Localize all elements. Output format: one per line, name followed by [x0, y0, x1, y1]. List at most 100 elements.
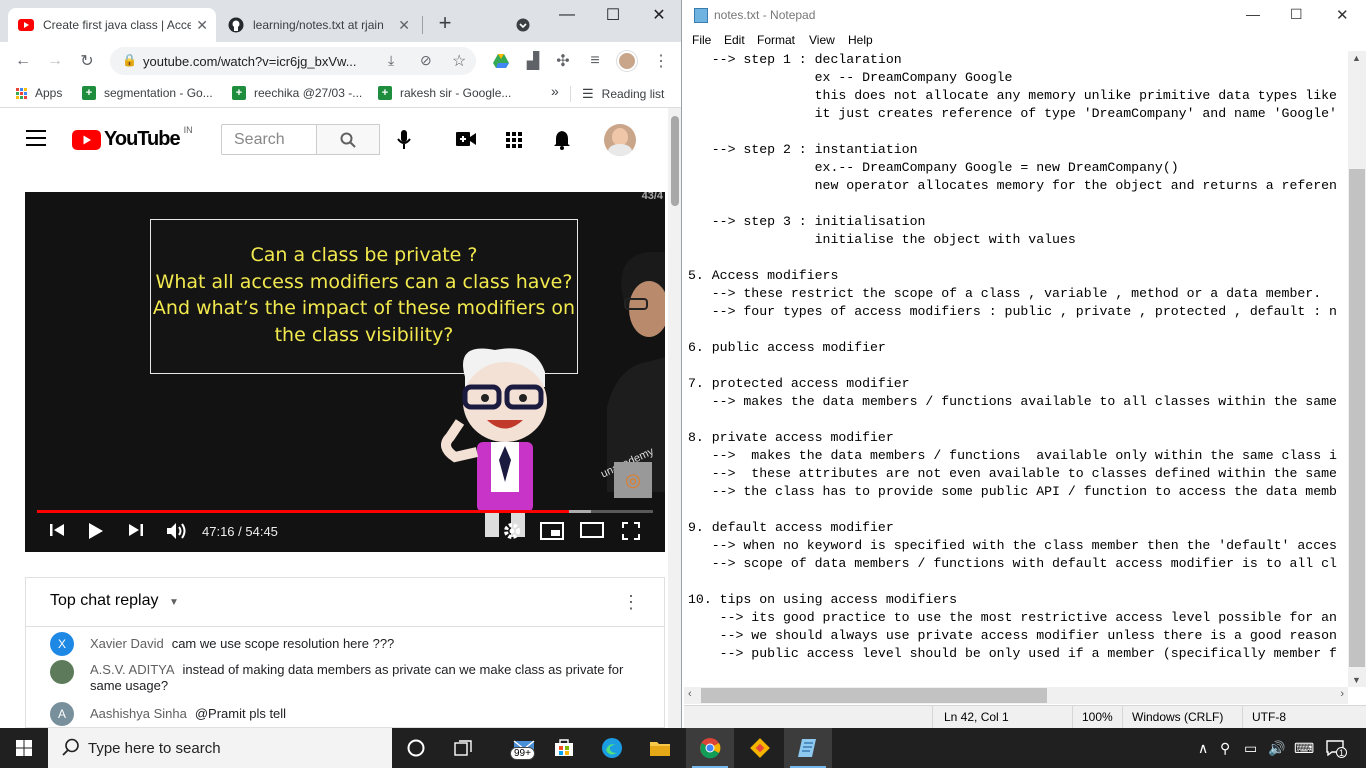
- hamburger-menu-icon[interactable]: [26, 130, 46, 146]
- youtube-header: YouTube IN Search: [0, 108, 668, 172]
- chat-menu-icon[interactable]: ⋮: [622, 592, 640, 613]
- minimize-icon[interactable]: —: [1246, 6, 1260, 22]
- chat-author[interactable]: A.S.V. ADITYA: [90, 662, 175, 677]
- bookmarks-overflow-icon[interactable]: »: [551, 83, 559, 99]
- maximize-icon[interactable]: ☐: [598, 4, 628, 26]
- account-avatar[interactable]: [604, 124, 636, 156]
- menu-format[interactable]: Format: [757, 33, 795, 47]
- scrollbar-thumb[interactable]: [671, 116, 679, 206]
- text-editor[interactable]: --> step 1 : declaration ex -- DreamComp…: [688, 51, 1344, 687]
- tab-search-icon[interactable]: [508, 14, 538, 36]
- chat-title-dropdown[interactable]: Top chat replay ▼: [50, 592, 179, 610]
- fullscreen-icon[interactable]: [622, 522, 640, 540]
- chat-author[interactable]: Aashishya Sinha: [90, 706, 187, 721]
- meet-now-icon[interactable]: ⚲: [1220, 740, 1230, 757]
- youtube-logo-icon: [72, 129, 101, 150]
- menu-file[interactable]: File: [692, 33, 711, 47]
- search-input[interactable]: Search: [221, 124, 317, 155]
- dropdown-caret-icon: ▼: [168, 597, 179, 608]
- microphone-icon[interactable]: [396, 130, 412, 153]
- notepad-menubar: File Edit Format View Help: [684, 32, 1366, 50]
- volume-icon[interactable]: [166, 522, 188, 540]
- extensions-icon[interactable]: ✣: [552, 50, 574, 72]
- vertical-scrollbar[interactable]: ▲ ▼: [1348, 51, 1366, 687]
- tracking-blocked-icon[interactable]: ⊘: [420, 52, 432, 69]
- git-icon[interactable]: [736, 728, 784, 768]
- store-icon[interactable]: [540, 728, 588, 768]
- scroll-up-icon[interactable]: ▲: [1352, 53, 1361, 63]
- chrome-taskbar-icon[interactable]: [686, 728, 734, 768]
- bookmark-rakesh[interactable]: + rakesh sir - Google...: [378, 86, 511, 100]
- task-view-icon[interactable]: [440, 728, 488, 768]
- chat-author[interactable]: Xavier David: [90, 636, 164, 651]
- network-icon[interactable]: ▭: [1244, 740, 1257, 757]
- language-icon[interactable]: ⌨: [1294, 740, 1314, 757]
- reading-list[interactable]: ☰ Reading list: [582, 86, 664, 102]
- scroll-down-icon[interactable]: ▼: [1352, 675, 1361, 685]
- menu-help[interactable]: Help: [848, 33, 873, 47]
- maximize-icon[interactable]: ☐: [1290, 6, 1303, 23]
- tab-github[interactable]: learning/notes.txt at rjain ✕: [218, 8, 418, 42]
- cortana-icon[interactable]: [392, 728, 440, 768]
- bookmark-label: rakesh sir - Google...: [400, 86, 512, 100]
- bookmark-segmentation[interactable]: + segmentation - Go...: [82, 86, 213, 100]
- menu-view[interactable]: View: [809, 33, 835, 47]
- player-controls: 47:16 / 54:45: [25, 502, 665, 552]
- minimize-icon[interactable]: —: [552, 4, 582, 26]
- theater-mode-icon[interactable]: [580, 522, 604, 538]
- chat-text: cam we use scope resolution here ???: [171, 636, 395, 651]
- close-tab-icon[interactable]: ✕: [196, 17, 208, 34]
- notifications-bell-icon[interactable]: [553, 130, 571, 153]
- create-video-icon[interactable]: [456, 132, 476, 149]
- close-window-icon[interactable]: ✕: [644, 4, 674, 26]
- profile-avatar[interactable]: [616, 50, 638, 72]
- taskbar-search[interactable]: Type here to search: [48, 728, 392, 768]
- scroll-left-icon[interactable]: ‹: [688, 688, 692, 700]
- avatar: X: [50, 632, 74, 656]
- address-bar[interactable]: 🔒 youtube.com/watch?v=icr6jg_bxVw... ⤓ ⊘…: [110, 47, 476, 75]
- file-explorer-icon[interactable]: [636, 728, 684, 768]
- scrollbar-thumb[interactable]: [701, 688, 1047, 703]
- reading-list-icon: ☰: [582, 86, 594, 101]
- progress-bar[interactable]: [37, 510, 653, 513]
- apps-grid-icon[interactable]: [506, 132, 522, 148]
- show-hidden-icons[interactable]: ∧: [1198, 740, 1208, 757]
- search-placeholder: Type here to search: [88, 739, 221, 757]
- volume-icon[interactable]: 🔊: [1268, 740, 1285, 757]
- forward-icon[interactable]: →: [44, 50, 66, 72]
- page-scrollbar[interactable]: [668, 108, 681, 728]
- miniplayer-icon[interactable]: [540, 522, 564, 540]
- bookmark-star-icon[interactable]: ☆: [452, 51, 466, 71]
- install-icon[interactable]: ⤓: [388, 52, 394, 69]
- slide-line: What all access modifiers can a class ha…: [155, 270, 573, 293]
- horizontal-scrollbar[interactable]: ‹ ›: [684, 687, 1348, 704]
- search-button[interactable]: [316, 124, 380, 155]
- drive-extension-icon[interactable]: [490, 50, 512, 72]
- notepad-taskbar-icon[interactable]: [784, 728, 832, 768]
- notification-center-icon[interactable]: 1: [1326, 740, 1347, 759]
- video-player[interactable]: 43/4 Can a class be private ? What all a…: [25, 192, 665, 552]
- edge-icon[interactable]: [588, 728, 636, 768]
- menu-edit[interactable]: Edit: [724, 33, 745, 47]
- bookmark-apps[interactable]: Apps: [16, 86, 62, 100]
- previous-icon[interactable]: [49, 522, 65, 538]
- close-tab-icon[interactable]: ✕: [398, 17, 410, 34]
- scrollbar-thumb[interactable]: [1349, 169, 1365, 667]
- reload-icon[interactable]: ↻: [76, 50, 98, 72]
- url-text[interactable]: youtube.com/watch?v=icr6jg_bxVw...: [143, 54, 373, 69]
- chrome-menu-icon[interactable]: ⋮: [650, 50, 672, 72]
- youtube-logo[interactable]: YouTube IN: [72, 125, 193, 151]
- settings-gear-icon[interactable]: [503, 522, 521, 540]
- start-windows-icon[interactable]: [0, 728, 48, 768]
- new-tab-icon[interactable]: +: [430, 10, 460, 35]
- back-icon[interactable]: ←: [12, 50, 34, 72]
- analytics-extension-icon[interactable]: ▟: [522, 50, 544, 72]
- tab-youtube[interactable]: Create first java class | Acce ✕: [8, 8, 216, 42]
- bookmark-reechika[interactable]: + reechika @27/03 -...: [232, 86, 362, 100]
- play-icon[interactable]: [88, 522, 104, 540]
- avatar: [50, 660, 74, 684]
- scroll-right-icon[interactable]: ›: [1340, 688, 1344, 700]
- next-icon[interactable]: [128, 522, 144, 538]
- close-window-icon[interactable]: ✕: [1336, 6, 1349, 24]
- media-control-icon[interactable]: ≡: [584, 50, 606, 72]
